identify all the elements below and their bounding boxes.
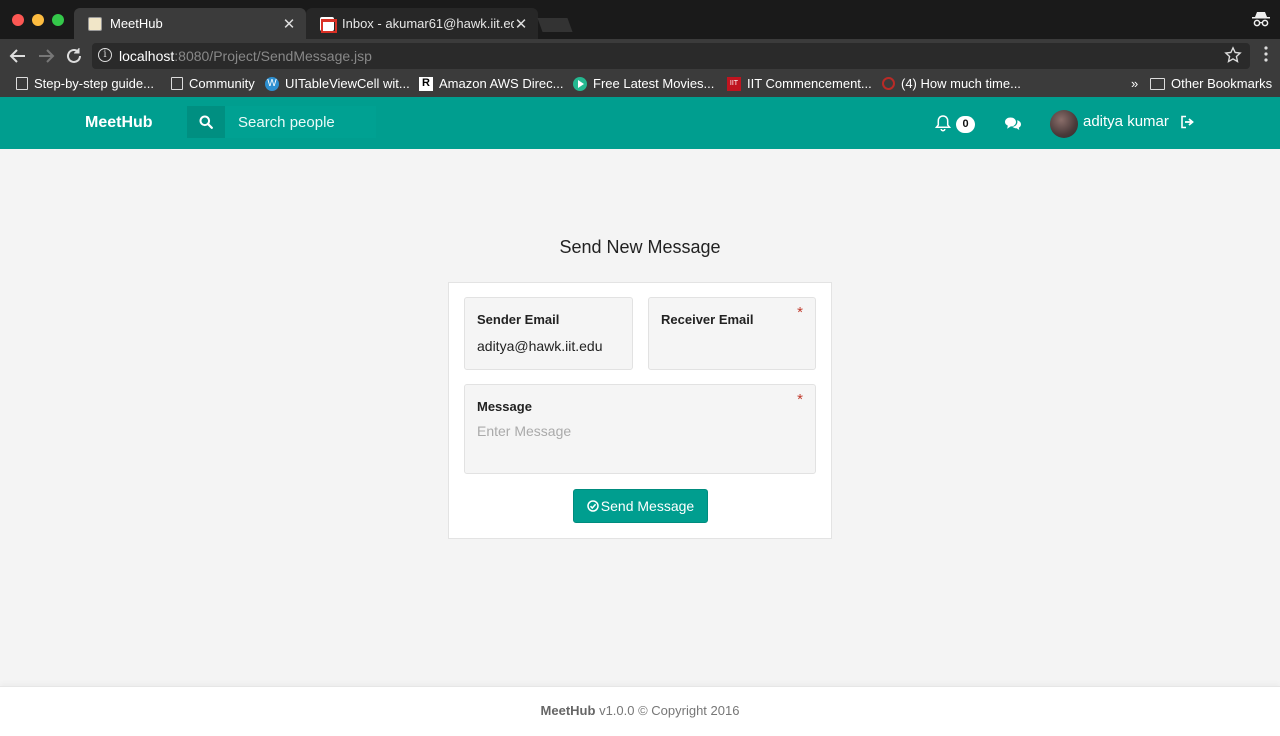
tab-meethub[interactable]: MeetHub ✕ <box>74 8 306 39</box>
app-navbar: MeetHub 0 aditya kumar <box>0 97 1280 149</box>
address-url: localhost:8080/Project/SendMessage.jsp <box>119 48 372 64</box>
r-icon: R <box>419 76 433 91</box>
footer-brand: MeetHub <box>540 703 596 718</box>
sender-email-label: Sender Email <box>477 312 560 327</box>
search-icon <box>199 115 213 129</box>
message-label: Message <box>477 399 532 414</box>
page-icon <box>171 77 183 90</box>
quora-icon <box>882 77 895 90</box>
receiver-email-input[interactable] <box>661 336 811 356</box>
notification-bell-icon[interactable] <box>934 114 952 132</box>
message-field[interactable]: Message * <box>464 384 816 474</box>
bookmark-label: Community <box>189 76 255 91</box>
send-message-label: Send Message <box>600 498 695 514</box>
close-window-button[interactable] <box>12 14 24 26</box>
search-button[interactable] <box>187 106 225 138</box>
required-asterisk: * <box>797 304 803 321</box>
notification-count-badge: 0 <box>956 116 975 133</box>
incognito-icon <box>1252 12 1270 27</box>
logout-icon[interactable] <box>1180 115 1195 129</box>
tab-close-icon[interactable]: ✕ <box>282 15 296 33</box>
bookmark-item[interactable]: Community <box>171 76 255 91</box>
bookmark-item[interactable]: R Amazon AWS Direc... <box>419 76 564 91</box>
receiver-email-field[interactable]: Receiver Email * <box>648 297 816 370</box>
tab-title: Inbox - akumar61@hawk.iit.edu <box>342 16 514 31</box>
receiver-email-label: Receiver Email <box>661 312 754 327</box>
new-tab-button[interactable] <box>537 18 573 32</box>
other-bookmarks-folder[interactable]: Other Bookmarks <box>1150 76 1272 91</box>
address-bar[interactable]: i localhost:8080/Project/SendMessage.jsp <box>92 43 1250 69</box>
gmail-favicon-icon <box>320 16 337 33</box>
play-icon <box>573 76 587 91</box>
bookmarks-bar: Step-by-step guide... Community W UITabl… <box>0 73 1280 97</box>
forward-arrow-icon[interactable] <box>35 45 57 67</box>
browser-toolbar: i localhost:8080/Project/SendMessage.jsp <box>0 39 1280 73</box>
bookmark-item[interactable]: W UITableViewCell wit... <box>265 76 410 91</box>
folder-icon <box>1150 77 1165 90</box>
bookmark-item[interactable]: Step-by-step guide... <box>16 76 154 91</box>
user-avatar[interactable] <box>1050 110 1078 138</box>
bookmark-label: Amazon AWS Direc... <box>439 76 564 91</box>
bookmark-label: UITableViewCell wit... <box>285 76 410 91</box>
sender-email-value: aditya@hawk.iit.edu <box>477 338 603 354</box>
maximize-window-button[interactable] <box>52 14 64 26</box>
bookmark-label: Free Latest Movies... <box>593 76 715 91</box>
bookmark-label: IIT Commencement... <box>747 76 872 91</box>
bookmark-item[interactable]: Free Latest Movies... <box>573 76 714 91</box>
required-asterisk: * <box>797 391 803 408</box>
other-bookmarks-label: Other Bookmarks <box>1171 76 1273 91</box>
sender-email-field: Sender Email aditya@hawk.iit.edu <box>464 297 633 370</box>
reload-icon[interactable] <box>63 45 85 67</box>
back-arrow-icon[interactable] <box>7 45 29 67</box>
check-circle-icon <box>587 500 599 512</box>
browser-menu-icon[interactable] <box>1264 46 1268 62</box>
info-icon[interactable]: i <box>98 48 112 62</box>
bookmark-label: (4) How much time... <box>901 76 1021 91</box>
tab-title: MeetHub <box>110 16 163 31</box>
iit-icon: IIT <box>727 76 741 91</box>
bookmarks-overflow-button[interactable]: » <box>1131 76 1138 91</box>
tab-close-icon[interactable]: ✕ <box>514 15 528 33</box>
bookmark-item[interactable]: IIT IIT Commencement... <box>727 76 872 91</box>
bookmark-label: Step-by-step guide... <box>34 76 154 91</box>
page-icon <box>16 77 28 90</box>
user-name[interactable]: aditya kumar <box>1083 113 1169 130</box>
meethub-favicon-icon <box>88 16 102 31</box>
tab-inbox[interactable]: Inbox - akumar61@hawk.iit.edu ✕ <box>306 8 538 39</box>
messages-chat-icon[interactable] <box>1004 116 1022 131</box>
send-message-form: Sender Email aditya@hawk.iit.edu Receive… <box>448 282 832 539</box>
minimize-window-button[interactable] <box>32 14 44 26</box>
search-input[interactable] <box>225 106 376 138</box>
brand-logo[interactable]: MeetHub <box>85 114 153 132</box>
footer-copyright: v1.0.0 © Copyright 2016 <box>599 703 740 718</box>
bookmark-star-icon[interactable] <box>1224 46 1242 64</box>
send-message-button[interactable]: Send Message <box>573 489 708 523</box>
search-bar <box>187 106 376 138</box>
wordpress-icon: W <box>265 76 279 91</box>
page-footer: MeetHub v1.0.0 © Copyright 2016 <box>0 686 1280 736</box>
browser-tab-strip: MeetHub ✕ Inbox - akumar61@hawk.iit.edu … <box>0 0 1280 39</box>
bookmark-item[interactable]: (4) How much time... <box>882 76 1021 91</box>
message-textarea[interactable] <box>477 423 805 467</box>
page-title: Send New Message <box>559 237 721 257</box>
